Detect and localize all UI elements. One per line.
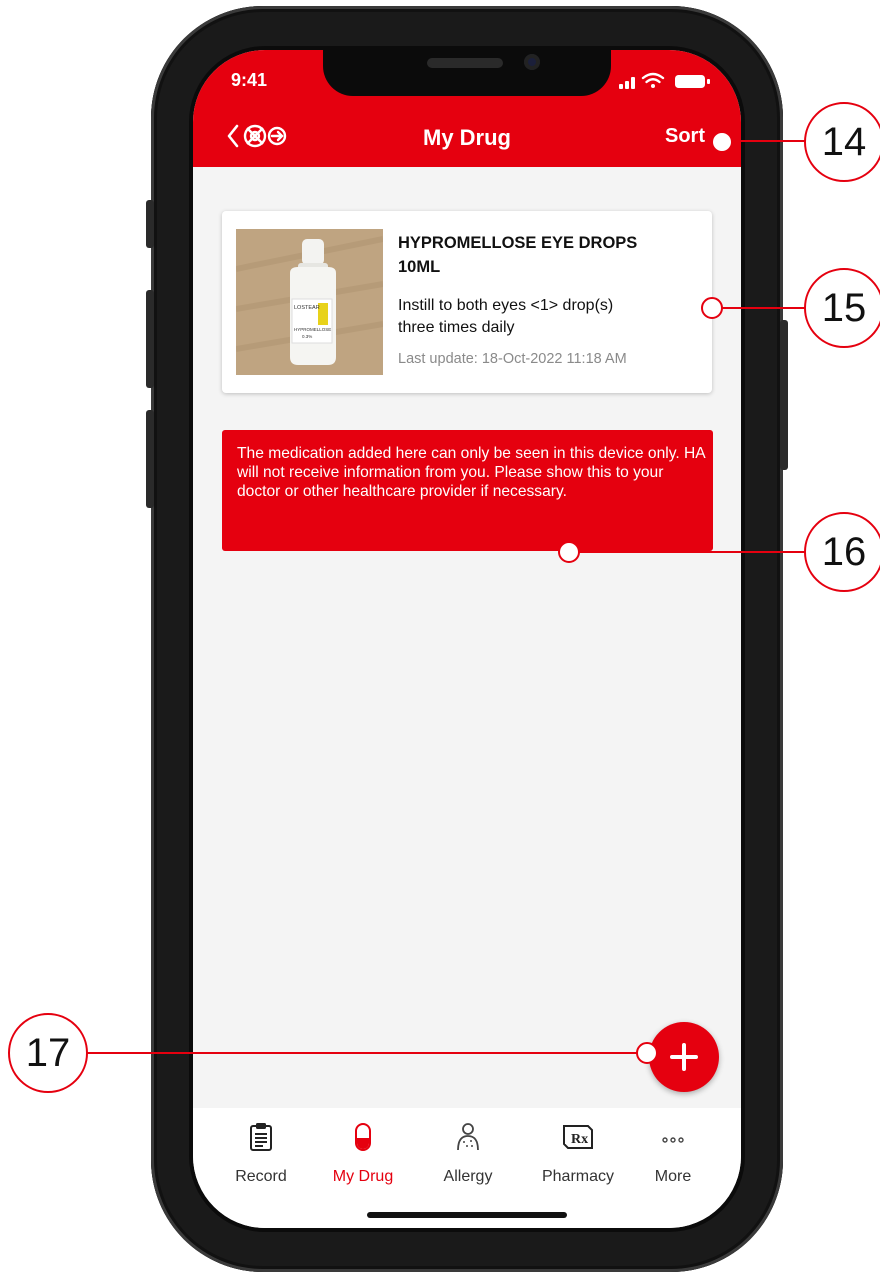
last-update-value: 18-Oct-2022 11:18 AM (481, 351, 627, 367)
bottom-tab-bar: Record My Drug Allergy Rx Pharmacy More (193, 1108, 741, 1228)
drug-instruction: Instill to both eyes <1> drop(s) three t… (398, 295, 698, 339)
callout-14-dot (711, 131, 733, 153)
drug-instruction-line1: Instill to both eyes <1> drop(s) (398, 297, 614, 314)
front-camera (524, 54, 540, 70)
tab-allergy-label: Allergy (443, 1168, 493, 1185)
photo-label-strength: 0.3% (302, 334, 312, 339)
more-dots-icon (662, 1137, 684, 1143)
drug-card[interactable]: LOSTEAR HYPROMELLOSE 0.3% HYPROMELLOSE E… (222, 211, 712, 393)
callout-16-dot (558, 541, 580, 563)
body-allergy-icon (457, 1123, 479, 1151)
svg-text:Rx: Rx (571, 1132, 588, 1147)
photo-label-generic: HYPROMELLOSE (294, 327, 331, 332)
plus-icon (670, 1043, 698, 1071)
sort-button[interactable]: Sort (665, 125, 705, 148)
last-update: Last update: 18-Oct-2022 11:18 AM (398, 351, 627, 367)
callout-14: 14 (804, 102, 880, 182)
tab-record-label: Record (235, 1168, 287, 1185)
clipboard-icon (250, 1123, 272, 1151)
disclaimer-text: The medication added here can only be se… (237, 445, 705, 500)
drug-photo: LOSTEAR HYPROMELLOSE 0.3% (236, 229, 383, 375)
callout-15-line (712, 307, 806, 309)
camera-notch (323, 50, 611, 96)
status-icons (619, 72, 710, 89)
speaker-grille (427, 58, 503, 68)
status-time: 9:41 (231, 70, 268, 90)
home-indicator[interactable] (367, 1212, 567, 1218)
callout-16: 16 (804, 512, 880, 592)
app-header: 9:41 My Drug Sort (193, 50, 741, 167)
tab-pharmacy-label: Pharmacy (541, 1168, 615, 1185)
tab-more-label: More (654, 1168, 692, 1185)
capsule-icon (355, 1123, 371, 1151)
tab-allergy[interactable]: Allergy (418, 1118, 518, 1188)
tab-more[interactable]: More (623, 1118, 723, 1188)
tab-my-drug[interactable]: My Drug (313, 1118, 413, 1188)
side-button-power (780, 320, 788, 470)
page-title: My Drug (423, 125, 511, 150)
side-button-volume-up (146, 290, 154, 388)
drug-name-line2: 10ML (398, 258, 441, 276)
photo-label-brand: LOSTEAR (294, 305, 320, 311)
callout-17: 17 (8, 1013, 88, 1093)
last-update-label: Last update: (398, 351, 478, 367)
callout-17-dot (636, 1042, 658, 1064)
add-drug-button[interactable] (649, 1022, 719, 1092)
drug-name: HYPROMELLOSE EYE DROPS 10ML (398, 231, 688, 279)
side-button-mute (146, 200, 154, 248)
tab-my-drug-label: My Drug (332, 1168, 394, 1185)
disclaimer-notice: The medication added here can only be se… (222, 430, 713, 551)
side-button-volume-down (146, 410, 154, 508)
callout-17-line (84, 1052, 646, 1054)
prescription-rx-icon: Rx (563, 1125, 593, 1149)
wifi-icon (641, 72, 665, 88)
drug-name-line1: HYPROMELLOSE EYE DROPS (398, 234, 638, 252)
tab-record[interactable]: Record (211, 1118, 311, 1188)
callout-16-line (570, 551, 806, 553)
signal-icon (619, 77, 635, 89)
callout-15-dot (701, 297, 723, 319)
battery-icon (675, 75, 710, 88)
callout-15: 15 (804, 268, 880, 348)
drug-instruction-line2: three times daily (398, 319, 515, 336)
tab-pharmacy[interactable]: Rx Pharmacy (528, 1118, 628, 1188)
